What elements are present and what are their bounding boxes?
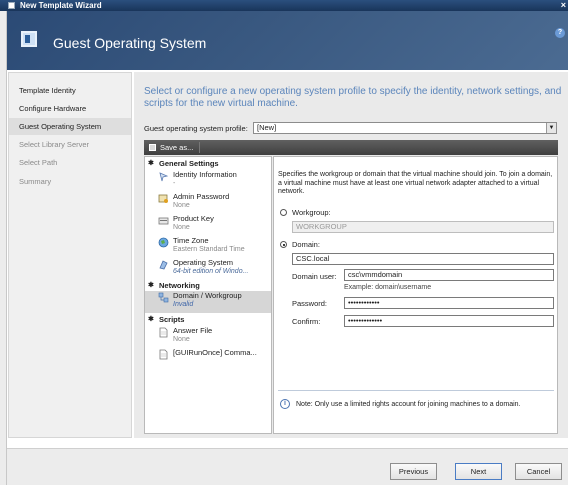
item-label: Time Zone bbox=[173, 236, 209, 245]
tree-item-answer-file[interactable]: Answer File None bbox=[145, 326, 271, 344]
profile-value: [New] bbox=[257, 123, 277, 132]
tree-item-gui-run-once[interactable]: [GUIRunOnce] Comma... bbox=[145, 348, 271, 360]
item-status: None bbox=[173, 336, 190, 343]
operating-system-icon bbox=[159, 260, 168, 270]
collapse-icon[interactable]: ✱ bbox=[148, 159, 154, 169]
wizard-icon bbox=[21, 31, 37, 47]
group-scripts[interactable]: ✱ Scripts bbox=[145, 315, 271, 325]
save-icon bbox=[149, 144, 156, 151]
workgroup-radio[interactable] bbox=[280, 209, 287, 216]
left-edge bbox=[0, 11, 7, 485]
item-status: 64-bit edition of Windo... bbox=[173, 268, 249, 275]
item-status: - bbox=[173, 180, 176, 187]
confirm-password-field[interactable]: ••••••••••••• bbox=[344, 315, 554, 327]
item-label: Answer File bbox=[173, 326, 213, 335]
item-label: Product Key bbox=[173, 214, 214, 223]
group-label: Networking bbox=[159, 281, 200, 290]
window-icon bbox=[8, 2, 15, 9]
group-general-settings[interactable]: ✱ General Settings bbox=[145, 159, 271, 169]
step-configure-hardware[interactable]: Configure Hardware bbox=[9, 100, 131, 117]
collapse-icon[interactable]: ✱ bbox=[148, 281, 154, 291]
help-icon[interactable]: ? bbox=[555, 28, 565, 38]
tree-item-identity-information[interactable]: Identity Information - bbox=[145, 170, 271, 188]
info-icon: i bbox=[280, 399, 290, 409]
profile-label: Guest operating system profile: bbox=[144, 124, 248, 133]
document-icon bbox=[159, 327, 168, 338]
wizard-steps: Template Identity Configure Hardware Gue… bbox=[8, 72, 132, 438]
domain-radio[interactable] bbox=[280, 241, 287, 248]
tree-item-domain-workgroup[interactable]: Domain / Workgroup Invalid bbox=[145, 291, 271, 313]
save-as-button[interactable]: Save as... bbox=[147, 142, 201, 153]
step-summary: Summary bbox=[19, 177, 52, 186]
profile-dropdown[interactable]: [New] ▼ bbox=[253, 122, 557, 134]
workgroup-field: WORKGROUP bbox=[292, 221, 554, 233]
chevron-down-icon[interactable]: ▼ bbox=[546, 123, 556, 133]
note-text: Note: Only use a limited rights account … bbox=[296, 401, 521, 408]
item-label: Domain / Workgroup bbox=[173, 291, 242, 300]
password-label: Password: bbox=[292, 299, 328, 308]
collapse-icon[interactable]: ✱ bbox=[148, 315, 154, 325]
next-button[interactable]: Next bbox=[455, 463, 502, 480]
domain-user-field[interactable]: csc\vmmdomain bbox=[344, 269, 554, 281]
tree-item-operating-system[interactable]: Operating System 64-bit edition of Windo… bbox=[145, 258, 271, 276]
previous-button[interactable]: Previous bbox=[390, 463, 437, 480]
settings-tree: ✱ General Settings Identity Information … bbox=[144, 156, 272, 434]
step-template-identity[interactable]: Template Identity bbox=[9, 82, 131, 99]
password-field[interactable]: •••••••••••• bbox=[344, 297, 554, 309]
globe-icon bbox=[158, 237, 169, 248]
intro-text: Select or configure a new operating syst… bbox=[144, 86, 562, 109]
profile-toolbar: Save as... bbox=[144, 140, 558, 155]
step-select-library-server: Select Library Server bbox=[19, 140, 90, 149]
item-status: None bbox=[173, 224, 190, 231]
window-title: New Template Wizard bbox=[20, 1, 102, 10]
step-select-path: Select Path bbox=[19, 158, 58, 167]
domain-field[interactable]: CSC.local bbox=[292, 253, 554, 265]
item-label: [GUIRunOnce] Comma... bbox=[173, 348, 257, 357]
divider bbox=[278, 390, 554, 391]
item-status: None bbox=[173, 202, 190, 209]
tree-item-admin-password[interactable]: Admin Password None bbox=[145, 192, 271, 210]
group-label: General Settings bbox=[159, 159, 219, 168]
password-icon bbox=[158, 194, 168, 203]
group-networking[interactable]: ✱ Networking bbox=[145, 281, 271, 291]
script-icon bbox=[159, 349, 168, 360]
save-as-label: Save as... bbox=[160, 143, 194, 152]
workgroup-label: Workgroup: bbox=[292, 208, 331, 217]
item-label: Identity Information bbox=[173, 170, 237, 179]
domain-user-label: Domain user: bbox=[292, 272, 337, 281]
group-label: Scripts bbox=[159, 315, 185, 324]
item-status: Eastern Standard Time bbox=[173, 246, 245, 253]
domain-user-example: Example: domain\username bbox=[344, 284, 432, 291]
cancel-button[interactable]: Cancel bbox=[515, 463, 562, 480]
step-guest-operating-system[interactable]: Guest Operating System bbox=[9, 118, 131, 135]
identity-icon bbox=[159, 172, 169, 182]
panel-description: Specifies the workgroup or domain that t… bbox=[278, 171, 553, 195]
item-label: Admin Password bbox=[173, 192, 230, 201]
network-icon bbox=[158, 292, 169, 303]
confirm-label: Confirm: bbox=[292, 317, 321, 326]
item-status: Invalid bbox=[173, 301, 194, 308]
wizard-footer: Previous Next Cancel bbox=[7, 448, 568, 485]
tree-item-product-key[interactable]: Product Key None bbox=[145, 214, 271, 232]
page-title: Guest Operating System bbox=[53, 35, 207, 51]
item-label: Operating System bbox=[173, 258, 234, 267]
wizard-header: Guest Operating System ? bbox=[7, 11, 568, 70]
main-content: Select or configure a new operating syst… bbox=[134, 72, 568, 438]
domain-workgroup-panel: Specifies the workgroup or domain that t… bbox=[273, 156, 558, 434]
domain-label: Domain: bbox=[292, 240, 320, 249]
product-key-icon bbox=[158, 217, 169, 225]
close-icon[interactable]: × bbox=[561, 0, 566, 10]
tree-item-time-zone[interactable]: Time Zone Eastern Standard Time bbox=[145, 236, 271, 254]
title-bar: New Template Wizard × bbox=[0, 0, 568, 11]
